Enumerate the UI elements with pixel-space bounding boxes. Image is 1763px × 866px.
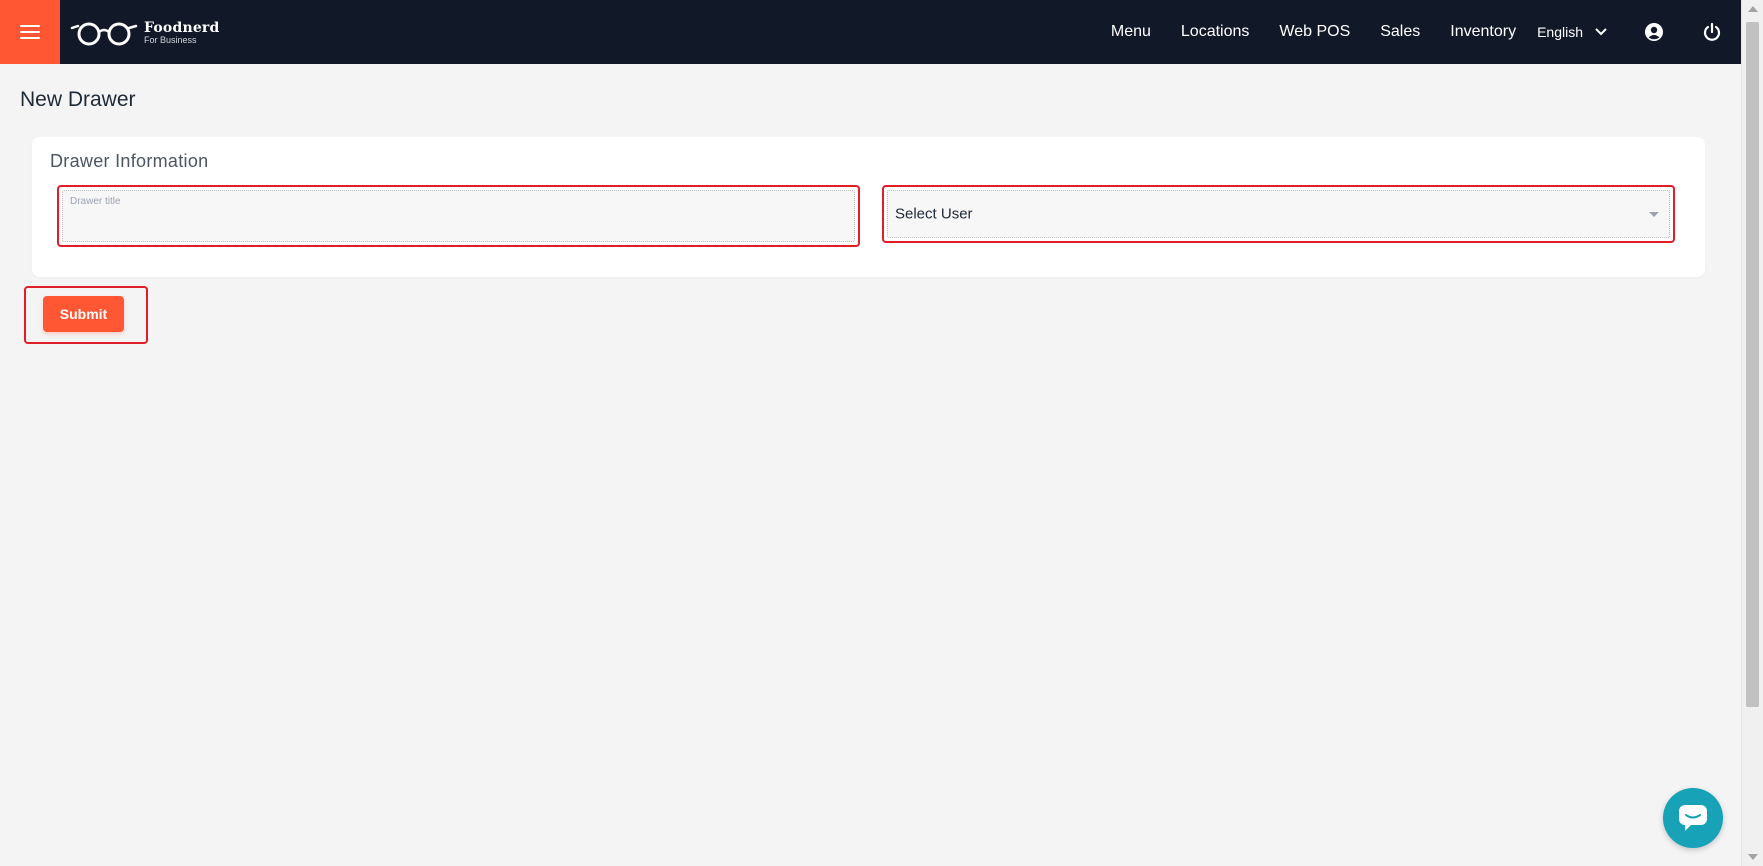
nav-menu[interactable]: Menu: [1111, 23, 1151, 41]
section-title: Drawer Information: [50, 151, 209, 171]
drawer-information-card: Drawer Information Drawer title Select U…: [32, 137, 1705, 277]
logout-button[interactable]: [1700, 20, 1724, 44]
drawer-title-box: Drawer title: [62, 190, 855, 242]
drawer-title-field: Drawer title: [57, 185, 860, 247]
top-navbar: Foodnerd For Business Menu Locations Web…: [0, 0, 1741, 64]
vertical-scrollbar[interactable]: [1741, 0, 1763, 866]
nav-web-pos[interactable]: Web POS: [1279, 23, 1350, 41]
user-select-field[interactable]: Select User: [882, 185, 1675, 243]
menu-icon: [20, 25, 40, 39]
main-nav: Menu Locations Web POS Sales Inventory E…: [1096, 0, 1741, 64]
scroll-thumb[interactable]: [1746, 22, 1759, 707]
drawer-title-label: Drawer title: [70, 196, 121, 207]
app-root: Foodnerd For Business Menu Locations Web…: [0, 0, 1763, 866]
drawer-title-input[interactable]: [69, 211, 848, 237]
power-icon: [1703, 22, 1721, 41]
page-title: New Drawer: [20, 88, 136, 111]
caret-down-icon: [1649, 212, 1659, 217]
chat-widget-button[interactable]: [1663, 788, 1723, 848]
glasses-icon: [70, 22, 138, 46]
nav-sales[interactable]: Sales: [1380, 23, 1420, 41]
scroll-up-icon[interactable]: [1748, 6, 1758, 12]
submit-button[interactable]: Submit: [43, 296, 124, 332]
nav-locations[interactable]: Locations: [1181, 23, 1250, 41]
brand-name: Foodnerd: [144, 20, 220, 36]
user-circle-icon: [1645, 23, 1663, 41]
brand-logo[interactable]: Foodnerd For Business: [70, 18, 220, 48]
menu-toggle-button[interactable]: [0, 0, 60, 64]
brand-subtitle: For Business: [144, 35, 197, 45]
chat-bubble-icon: [1679, 805, 1707, 831]
user-select-box[interactable]: Select User: [887, 190, 1670, 238]
account-button[interactable]: [1642, 20, 1666, 44]
chevron-down-icon: [1595, 28, 1607, 36]
scroll-down-icon[interactable]: [1748, 854, 1758, 860]
language-selector[interactable]: English: [1537, 24, 1607, 40]
language-label: English: [1537, 24, 1583, 40]
user-select-value: Select User: [895, 205, 973, 223]
nav-inventory[interactable]: Inventory: [1450, 23, 1516, 41]
